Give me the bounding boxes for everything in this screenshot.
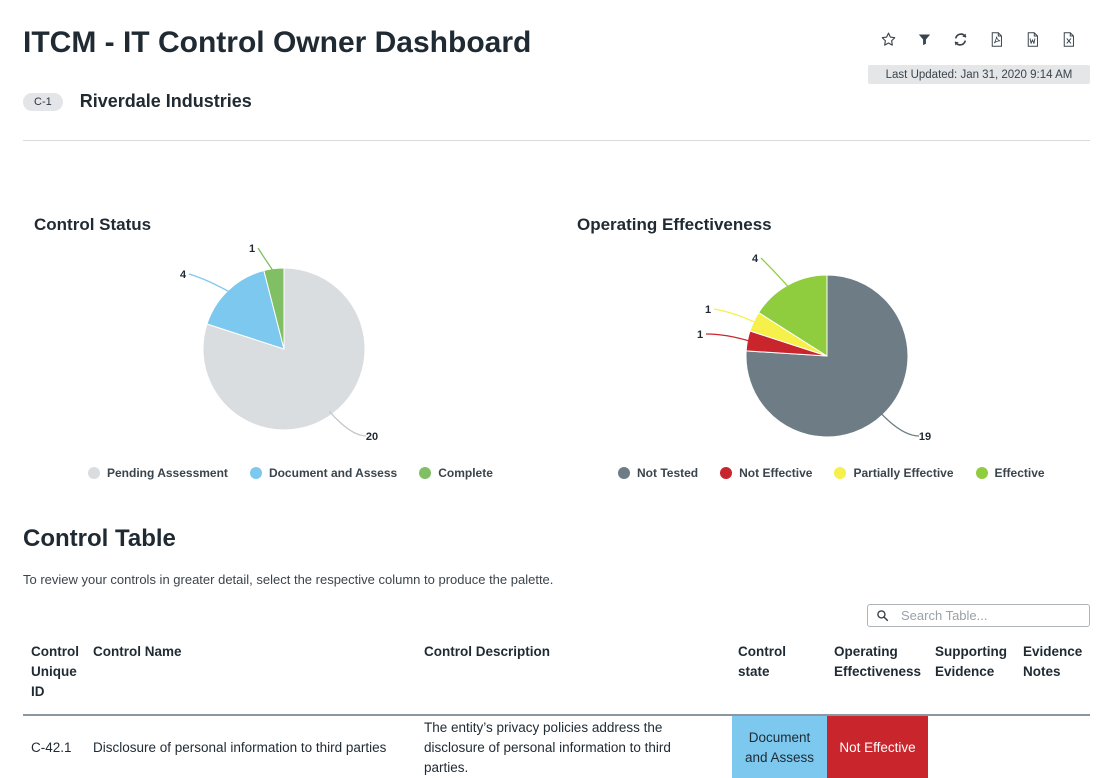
state-line: and Assess [744, 750, 815, 765]
search-input[interactable] [901, 608, 1071, 623]
header-line: Evidence [1023, 644, 1083, 659]
pie-connector [879, 411, 920, 437]
legend-item[interactable]: Partially Effective [834, 466, 954, 480]
column-header-control-description[interactable]: Control Description [424, 642, 550, 662]
header-line: Effectiveness [834, 664, 922, 679]
cell-control-state: Document and Assess [732, 716, 827, 778]
legend-label: Effective [994, 466, 1045, 480]
legend-label: Not Tested [637, 466, 699, 480]
header-line: Operating [834, 644, 898, 659]
column-header-control-name[interactable]: Control Name [93, 642, 182, 662]
column-header-evidence-notes[interactable]: Evidence Notes [1023, 642, 1082, 682]
cell-control-id: C-42.1 [31, 740, 72, 755]
legend-item[interactable]: Effective [975, 466, 1045, 480]
column-header-control-id[interactable]: Control Unique ID [31, 642, 79, 702]
cell-operating-effectiveness: Not Effective [827, 716, 928, 778]
description-line: disclosure of personal information to th… [424, 740, 671, 755]
pie-data-label: 1 [697, 329, 703, 341]
legend-swatch [834, 467, 847, 479]
pie-connector [713, 308, 758, 324]
pie-connector [705, 333, 752, 343]
legend-swatch [618, 467, 630, 479]
cell-control-name: Disclosure of personal information to th… [93, 740, 387, 755]
control-table-hint: To review your controls in greater detai… [23, 572, 554, 587]
legend-label: Partially Effective [853, 466, 954, 480]
pie-data-label: 1 [705, 304, 711, 316]
legend-item[interactable]: Not Effective [720, 466, 812, 480]
header-line: ID [31, 684, 45, 699]
legend-label: Not Effective [739, 466, 813, 480]
legend-item[interactable]: Not Tested [618, 466, 698, 480]
description-line: parties. [424, 760, 469, 775]
column-header-control-state[interactable]: Control state [738, 642, 786, 682]
column-header-operating-effectiveness[interactable]: Operating Effectiveness [834, 642, 921, 682]
header-line: Unique [31, 664, 77, 679]
header-line: Control [738, 644, 786, 659]
header-line: state [738, 664, 770, 679]
search-icon [877, 610, 889, 622]
legend-swatch [720, 467, 733, 479]
pie-data-label: 19 [919, 431, 931, 443]
legend-swatch [975, 467, 988, 479]
header-line: Supporting [935, 644, 1007, 659]
header-line: Evidence [935, 664, 995, 679]
column-header-supporting-evidence[interactable]: Supporting Evidence [935, 642, 1007, 682]
table-search[interactable] [867, 604, 1090, 627]
header-line: Notes [1023, 664, 1061, 679]
state-line: Document [748, 730, 811, 745]
pie-connector [760, 257, 791, 289]
table-row[interactable]: C-42.1 Disclosure of personal informatio… [23, 716, 1090, 778]
header-line: Control [31, 644, 79, 659]
description-line: The entity’s privacy policies address th… [424, 720, 663, 735]
pie-data-label: 4 [752, 253, 759, 265]
table-header-row: Control Unique ID Control Name Control D… [23, 640, 1090, 716]
cell-control-description: The entity’s privacy policies address th… [424, 718, 671, 778]
control-table-title: Control Table [23, 525, 176, 552]
operating-effectiveness-legend: Not Tested Not Effective Partially Effecti… [618, 466, 1067, 480]
